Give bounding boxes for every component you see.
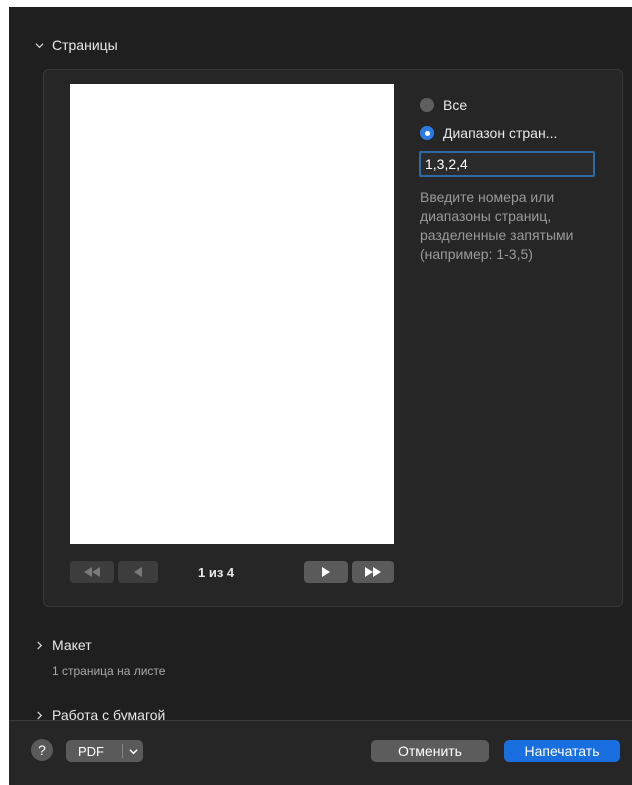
- double-left-icon: [84, 567, 100, 577]
- next-page-button[interactable]: [304, 561, 348, 583]
- triangle-right-icon: [322, 567, 330, 577]
- page-range-radio[interactable]: [420, 126, 434, 140]
- page-range-option[interactable]: Диапазон стран...: [420, 125, 557, 141]
- pdf-menu-button[interactable]: PDF: [66, 740, 143, 762]
- double-right-icon: [365, 567, 381, 577]
- triangle-left-icon: [134, 567, 142, 577]
- help-button[interactable]: ?: [31, 739, 53, 761]
- layout-section-header[interactable]: Макет: [35, 637, 92, 653]
- chevron-right-icon: [37, 640, 43, 650]
- bottom-bar: ? PDF Отменить Напечатать: [9, 720, 632, 785]
- pages-section-header[interactable]: Страницы: [35, 37, 118, 53]
- pages-panel: 1 из 4 Все Диапазон стран... Введите ном…: [43, 69, 623, 607]
- page-range-label: Диапазон стран...: [443, 125, 558, 141]
- page-preview: [70, 84, 394, 544]
- page-counter: 1 из 4: [198, 565, 235, 580]
- page-range-input[interactable]: [419, 151, 595, 177]
- cancel-button[interactable]: Отменить: [371, 740, 489, 762]
- pdf-button-divider: [122, 744, 123, 758]
- chevron-right-icon: [37, 710, 43, 720]
- all-pages-label: Все: [443, 97, 468, 113]
- all-pages-option[interactable]: Все: [420, 97, 467, 113]
- chevron-down-icon: [35, 42, 44, 48]
- print-dialog: Страницы 1 из 4 Все Диапазон стран... Вв…: [9, 7, 632, 785]
- help-icon: ?: [38, 742, 46, 758]
- pages-section-title: Страницы: [52, 37, 118, 53]
- layout-section-summary: 1 страница на листе: [52, 664, 166, 678]
- last-page-button[interactable]: [352, 561, 394, 583]
- layout-section-title: Макет: [52, 637, 92, 653]
- print-button[interactable]: Напечатать: [504, 740, 620, 762]
- first-page-button[interactable]: [70, 561, 114, 583]
- chevron-down-icon: [129, 748, 138, 754]
- all-pages-radio[interactable]: [420, 98, 434, 112]
- page-range-hint: Введите номера или диапазоны страниц, ра…: [420, 189, 574, 262]
- pdf-button-label: PDF: [78, 743, 104, 759]
- previous-page-button[interactable]: [118, 561, 158, 583]
